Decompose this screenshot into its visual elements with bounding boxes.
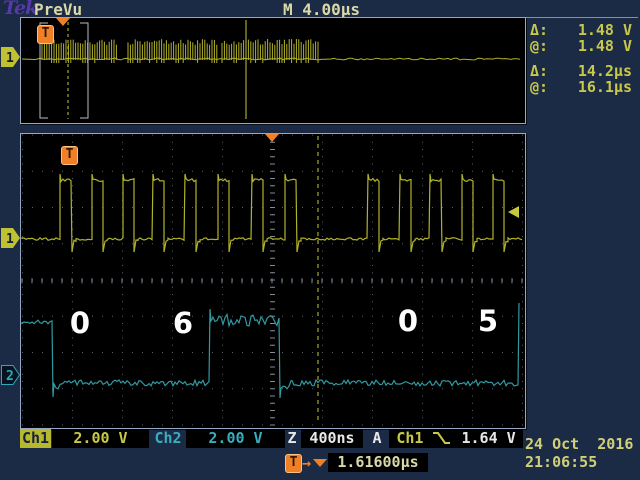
ch1-tag-overview[interactable]: 1 xyxy=(1,47,20,67)
date-readout: 24 Oct 2016 xyxy=(525,435,634,453)
overview-waveform xyxy=(21,20,521,119)
decoded-value-2: 0 xyxy=(397,304,419,338)
trigger-source: Ch1 xyxy=(396,429,424,447)
trigger-level-arrow-icon[interactable] xyxy=(508,206,519,218)
trigger-readout: Ch1 1.64 V xyxy=(389,429,523,448)
decoded-value-3: 5 xyxy=(477,304,499,338)
trigger-t-marker-overview[interactable]: T xyxy=(37,25,54,44)
ch1-tag-main[interactable]: 1 xyxy=(1,228,20,248)
trigger-delay-t-icon: T xyxy=(285,454,302,473)
zoom-window-right-bracket xyxy=(80,22,89,119)
ch1-label-chip[interactable]: Ch1 xyxy=(20,429,51,448)
arrow-right-icon: → xyxy=(302,454,312,472)
zoom-timebase-readout: 400ns xyxy=(301,429,363,448)
svg-text:1: 1 xyxy=(6,232,14,247)
main-graticule-panel xyxy=(20,133,526,429)
svg-text:2: 2 xyxy=(6,369,14,384)
trigger-position-icon-overview[interactable] xyxy=(56,18,70,26)
ch2-tag-main[interactable]: 2 xyxy=(1,365,20,385)
decoded-value-0: 0 xyxy=(69,306,91,340)
main-waveform xyxy=(21,134,523,426)
ch2-scale-readout: 2.00 V xyxy=(186,429,285,448)
ch2-label[interactable]: Ch2 xyxy=(152,429,184,448)
svg-text:1: 1 xyxy=(6,51,14,66)
triangle-down-icon xyxy=(313,459,327,467)
trigger-group-label: A xyxy=(372,429,382,447)
trigger-delay-readout: 1.61600µs xyxy=(328,453,428,472)
trigger-position-icon-main[interactable] xyxy=(265,134,279,142)
trigger-level-value: 1.64 V xyxy=(461,429,516,447)
zoom-label: Z xyxy=(287,429,297,447)
ch2-trace xyxy=(21,302,520,399)
decoded-value-1: 6 xyxy=(172,306,194,340)
trigger-t-marker-main[interactable]: T xyxy=(61,146,78,165)
ch1-scale-readout: 2.00 V xyxy=(52,429,149,448)
oscilloscope-screen: Tek PreVu M 4.00µs T T 1 1 2 0 6 0 5 Δ: 1… xyxy=(0,0,640,480)
falling-edge-icon xyxy=(433,432,451,444)
overview-waveform-panel xyxy=(20,17,526,124)
time-readout: 21:06:55 xyxy=(525,453,598,471)
